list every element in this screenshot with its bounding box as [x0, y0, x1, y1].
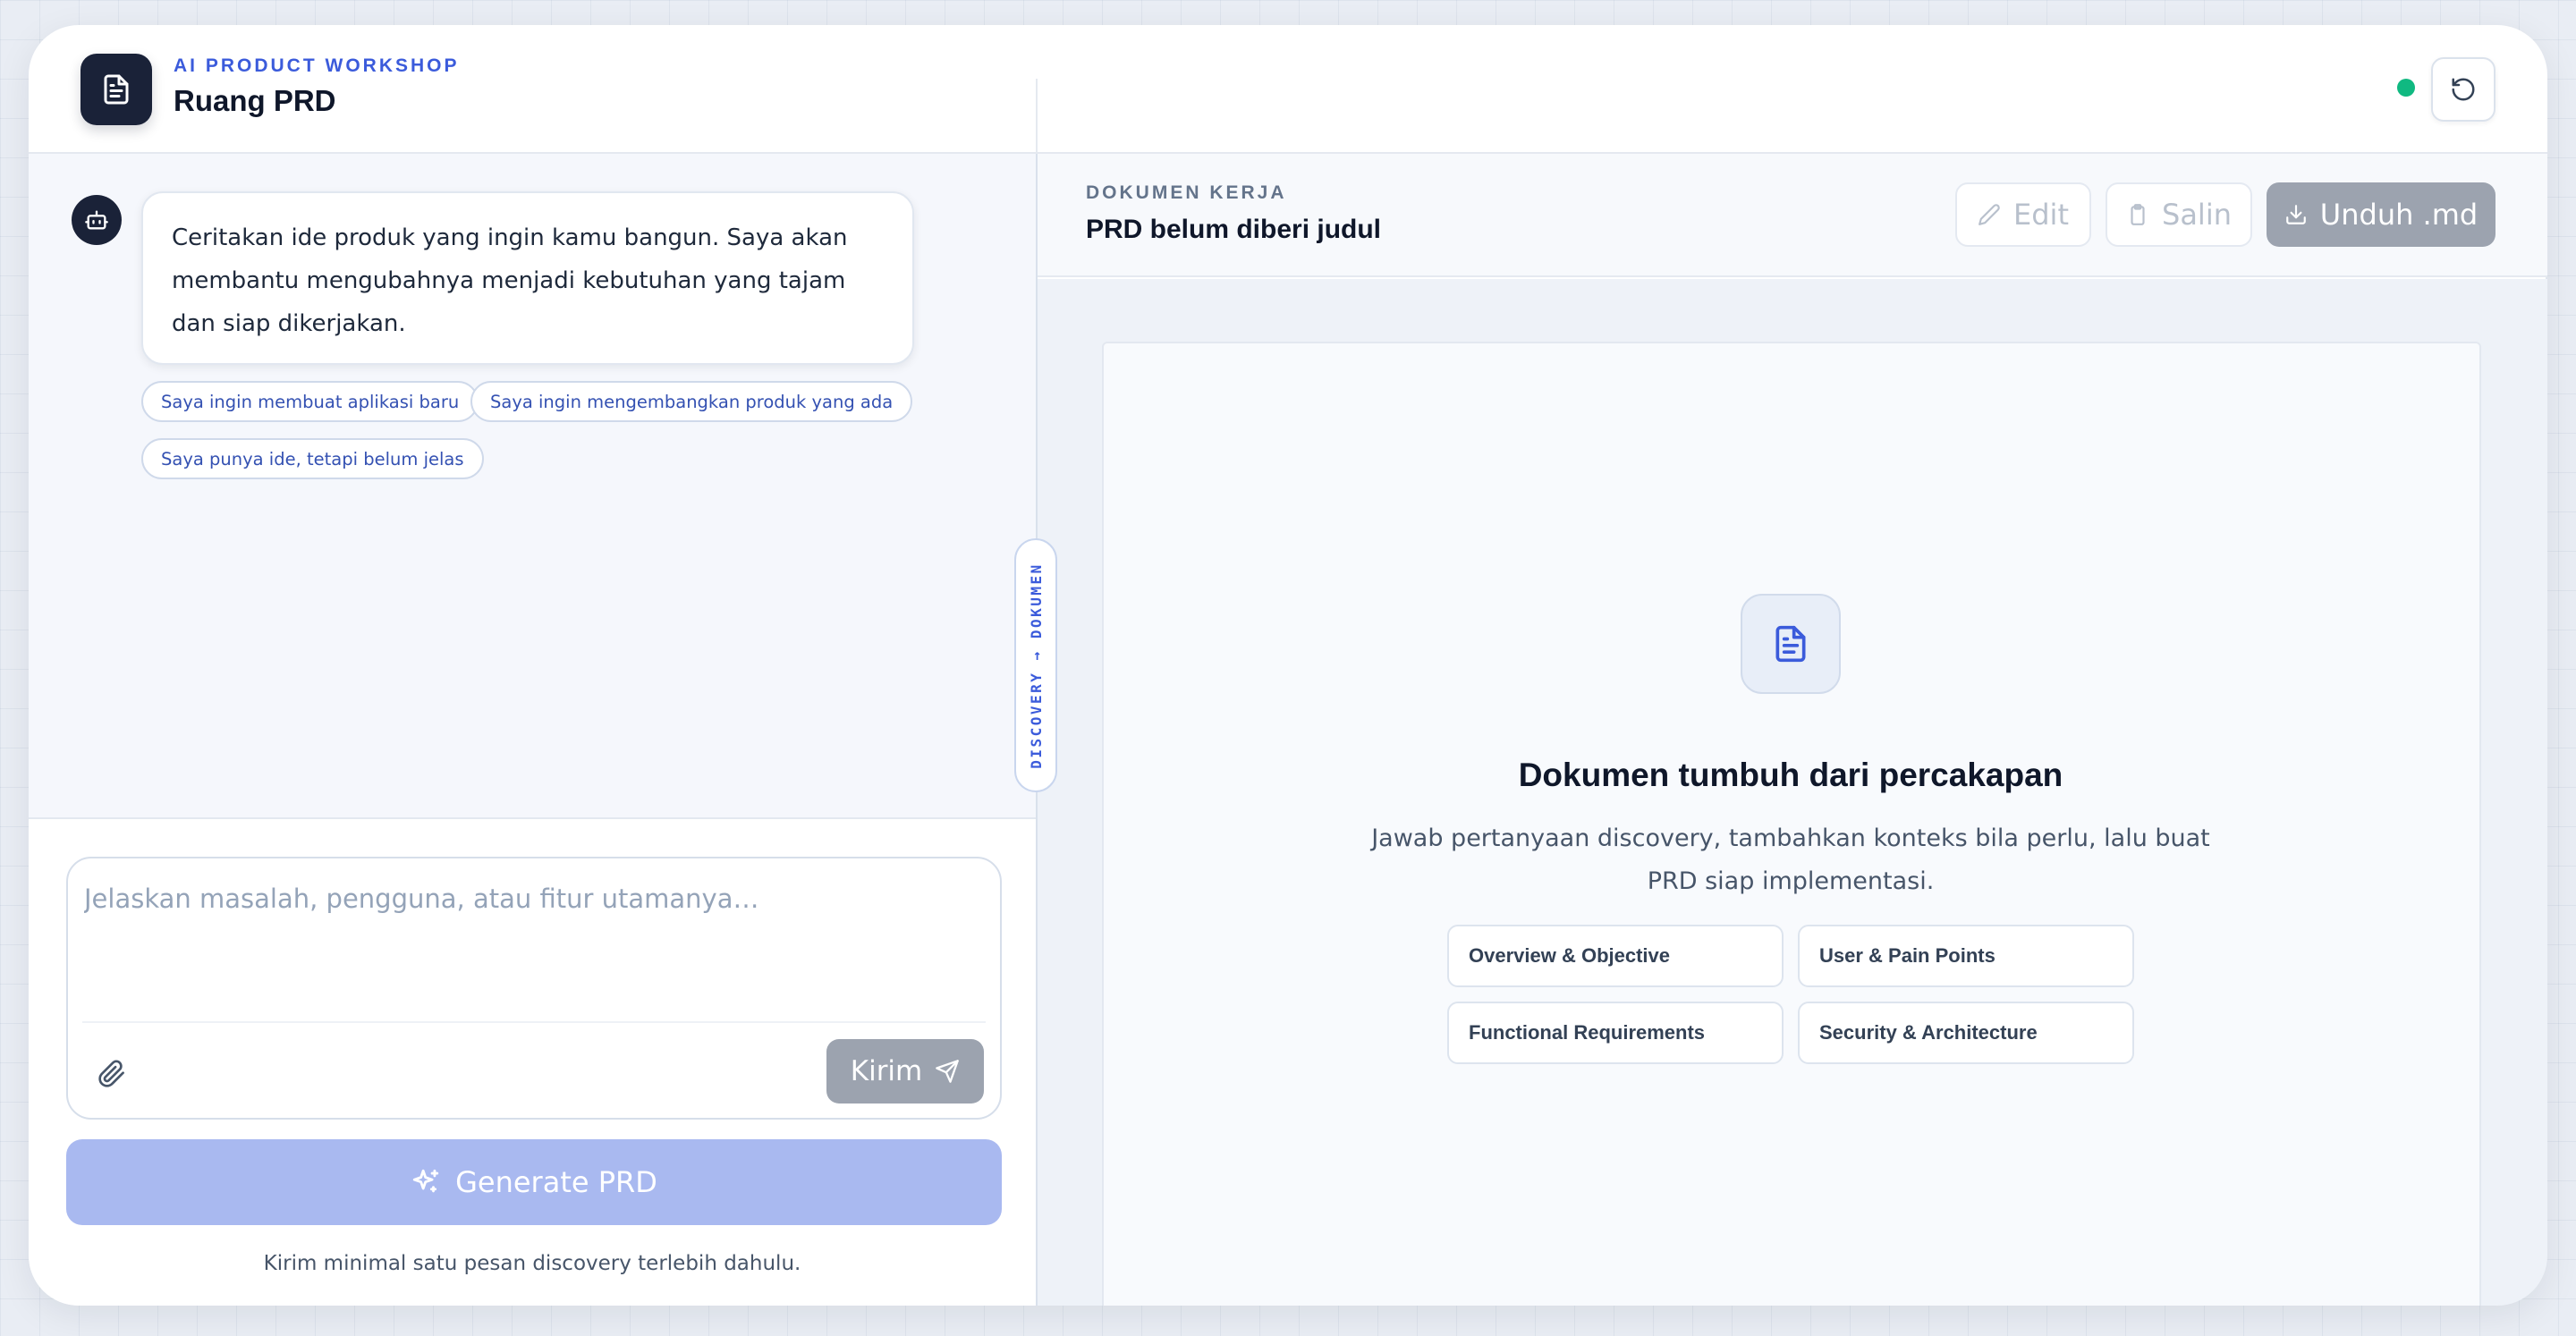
document-icon — [100, 72, 132, 107]
app-frame: AI PRODUCT WORKSHOP Ruang PRD Ceritakan … — [29, 25, 2547, 1306]
empty-state-description: Jawab pertanyaan discovery, tambahkan ko… — [1371, 824, 2210, 895]
suggestion-chip[interactable]: Saya ingin mengembangkan produk yang ada — [470, 381, 913, 422]
paperclip-icon — [97, 1060, 126, 1088]
generate-hint: Kirim minimal satu pesan discovery terle… — [263, 1252, 801, 1275]
edit-label: Edit — [2013, 198, 2069, 232]
copy-button[interactable]: Salin — [2106, 182, 2252, 247]
section-chip: Overview & Objective — [1447, 925, 1784, 987]
app-logo — [80, 54, 152, 125]
edit-button[interactable]: Edit — [1955, 182, 2091, 247]
suggestion-chip[interactable]: Saya punya ide, tetapi belum jelas — [141, 438, 484, 479]
message-input[interactable] — [84, 884, 979, 1036]
download-button[interactable]: Unduh .md — [2267, 182, 2496, 247]
generate-prd-button[interactable]: Generate PRD — [66, 1139, 1002, 1225]
status-indicator — [2397, 79, 2415, 97]
reset-button[interactable] — [2431, 57, 2496, 122]
sparkles-icon — [411, 1167, 441, 1197]
download-label: Unduh .md — [2319, 198, 2479, 232]
assistant-message: Ceritakan ide produk yang ingin kamu ban… — [141, 191, 914, 365]
bot-avatar — [72, 195, 122, 245]
pencil-icon — [1978, 203, 2001, 226]
refresh-icon — [2450, 76, 2477, 103]
app-eyebrow: AI PRODUCT WORKSHOP — [174, 55, 460, 76]
header-divider — [1036, 79, 1038, 154]
attach-button[interactable] — [89, 1052, 134, 1096]
composer-divider — [82, 1021, 986, 1023]
bot-icon — [84, 207, 109, 233]
section-chip: Security & Architecture — [1798, 1002, 2134, 1064]
document-title: PRD belum diberi judul — [1086, 215, 1382, 244]
section-chip: User & Pain Points — [1798, 925, 2134, 987]
empty-state-title: Dokumen tumbuh dari percakapan — [1518, 757, 2063, 793]
generate-label: Generate PRD — [455, 1165, 657, 1199]
suggestion-chip[interactable]: Saya ingin membuat aplikasi baru — [141, 381, 479, 422]
toggle-label: DISCOVERY → DOKUMEN — [1027, 562, 1045, 769]
app-title: Ruang PRD — [174, 84, 336, 117]
clipboard-icon — [2126, 203, 2149, 226]
document-eyebrow: DOKUMEN KERJA — [1086, 182, 1287, 203]
app-header: AI PRODUCT WORKSHOP Ruang PRD — [29, 25, 2547, 154]
send-label: Kirim — [850, 1055, 923, 1087]
download-icon — [2284, 203, 2308, 226]
send-button[interactable]: Kirim — [826, 1039, 984, 1103]
copy-label: Salin — [2162, 198, 2232, 232]
section-chip: Functional Requirements — [1447, 1002, 1784, 1064]
send-icon — [935, 1059, 960, 1084]
document-icon — [1771, 622, 1810, 665]
discovery-document-toggle[interactable]: DISCOVERY → DOKUMEN — [1014, 538, 1057, 792]
empty-state-icon-box — [1741, 594, 1841, 694]
